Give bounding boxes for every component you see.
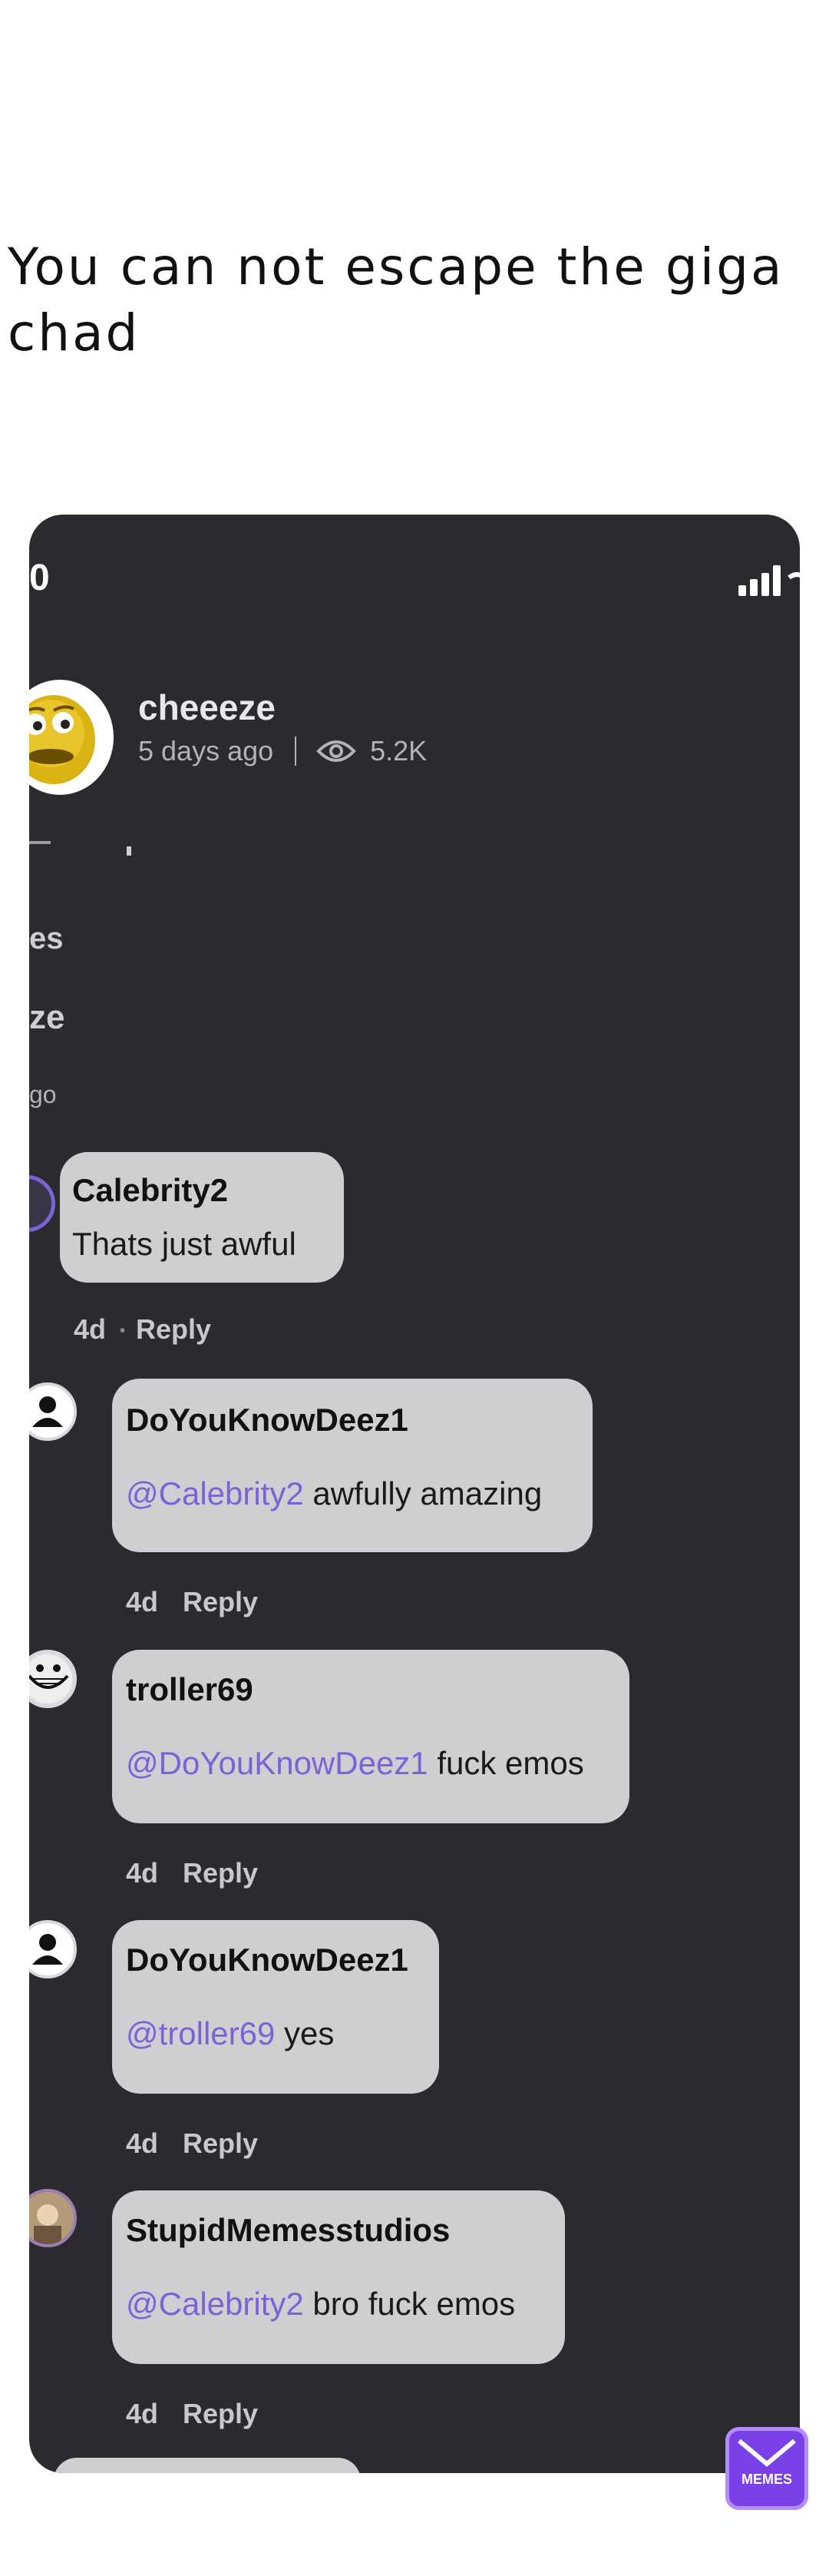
comment-age: 4d	[126, 1586, 159, 1617]
comment-bubble: DoYouKnowDeez1 @troller69 yes	[112, 1920, 439, 2094]
mention-link[interactable]: @Calebrity2	[126, 2286, 304, 2322]
comment-username[interactable]: DoYouKnowDeez1	[126, 1942, 408, 1978]
comment-bubble: DoYouKnowDeez1 @Calebrity2 awfully amazi…	[112, 1379, 593, 1552]
comment-text: @Calebrity2 awfully amazing	[126, 1475, 542, 1512]
memes-watermark-logo: MEMES	[725, 2427, 808, 2510]
reply-button[interactable]: Reply	[183, 1586, 258, 1617]
comment-actions: 4d Reply	[126, 2127, 258, 2160]
user-icon	[32, 1934, 63, 1965]
comment-age: 4d	[126, 2398, 159, 2429]
comment-body: fuck emos	[428, 1745, 584, 1781]
cropped-text-2: ze	[29, 998, 65, 1036]
commenter-avatar[interactable]	[29, 1920, 77, 1978]
comment-actions: 4d Reply	[126, 1586, 258, 1618]
signal-icon	[738, 565, 800, 596]
eye-icon	[316, 740, 356, 762]
divider-dot	[127, 846, 131, 856]
view-count: 5.2K	[370, 735, 428, 767]
comment-age: 4d	[126, 1857, 159, 1889]
comment-text: @Calebrity2 bro fuck emos	[126, 2286, 515, 2323]
comment-text: Thats just awful	[72, 1226, 296, 1262]
comment-age: 4d	[74, 1313, 107, 1345]
trollface-icon	[29, 1654, 72, 1704]
user-icon	[32, 1396, 63, 1427]
post-author-avatar[interactable]	[29, 680, 114, 795]
comment-actions: 4d Reply	[126, 1857, 258, 1889]
mention-link[interactable]: @DoYouKnowDeez1	[126, 1745, 428, 1781]
comment-bubble: troller69 @DoYouKnowDeez1 fuck emos	[112, 1650, 629, 1823]
comment-actions: 4d Reply	[126, 2398, 258, 2430]
post-author-name[interactable]: cheeeze	[138, 687, 276, 728]
comment-text: @troller69 yes	[126, 2015, 334, 2052]
commenter-avatar[interactable]	[29, 1175, 55, 1232]
cropped-text-1: es	[29, 922, 64, 955]
comment-body: awfully amazing	[303, 1475, 543, 1511]
memes-label: MEMES	[741, 2472, 792, 2487]
post-meta: 5 days ago 5.2K	[138, 735, 427, 767]
comment-bubble: Calebrity2 Thats just awful	[60, 1152, 344, 1283]
reply-button[interactable]: Reply	[136, 1313, 211, 1345]
meta-divider	[295, 737, 297, 766]
commenter-avatar[interactable]	[29, 2189, 77, 2247]
comment-username[interactable]: Calebrity2	[72, 1172, 228, 1209]
comment-username[interactable]: StupidMemesstudios	[126, 2212, 450, 2249]
comment-username[interactable]: DoYouKnowDeez1	[126, 1402, 408, 1439]
photo-avatar-icon	[29, 2192, 74, 2244]
meme-caption: You can not escape the giga chad	[8, 237, 784, 363]
commenter-avatar[interactable]	[29, 1382, 77, 1441]
comment-username[interactable]: troller69	[126, 1671, 253, 1708]
comment-bubble: StupidMemesstudios @Calebrity2 bro fuck …	[112, 2190, 565, 2364]
comment-body: yes	[275, 2015, 335, 2051]
mention-link[interactable]: @troller69	[126, 2015, 275, 2051]
comment-age: 4d	[126, 2127, 159, 2159]
reply-button[interactable]: Reply	[183, 2398, 258, 2429]
divider	[29, 841, 51, 844]
comment-actions: 4d • Reply	[74, 1313, 211, 1346]
next-comment-bubble	[54, 2458, 361, 2473]
reply-button[interactable]: Reply	[183, 1857, 258, 1889]
emoji-face-icon	[29, 684, 109, 791]
status-time: 0	[29, 558, 50, 598]
cropped-text-3: go	[29, 1081, 57, 1108]
bullet-separator: •	[120, 1322, 126, 1339]
commenter-avatar[interactable]	[29, 1650, 77, 1708]
comment-body: bro fuck emos	[303, 2286, 516, 2322]
mention-link[interactable]: @Calebrity2	[126, 1475, 304, 1511]
comment-text: @DoYouKnowDeez1 fuck emos	[126, 1745, 584, 1782]
post-time: 5 days ago	[138, 735, 274, 767]
reply-button[interactable]: Reply	[183, 2127, 258, 2159]
phone-screenshot: 0 cheeeze 5 days ago 5.2K es ze go Caleb…	[29, 515, 800, 2473]
